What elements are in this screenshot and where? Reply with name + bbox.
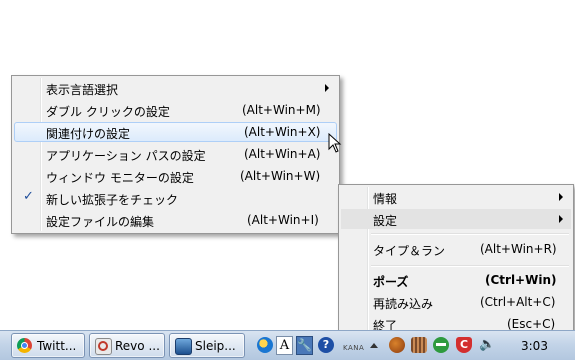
volume-icon[interactable]: 🔈	[479, 337, 495, 353]
tray-app-icon-brown[interactable]	[389, 337, 405, 353]
menu-item-shortcut: (Esc+C)	[507, 317, 556, 331]
menu-item-label: 関連付けの設定	[46, 127, 131, 141]
tray-context-menu: 情報 設定 タイプ＆ラン (Alt+Win+R) ポーズ (Ctrl+Win) …	[338, 184, 574, 337]
taskbar-button-sleipnir[interactable]: Sleip...	[169, 333, 245, 358]
taskbar-button-label: Twitt...	[37, 339, 77, 353]
mouse-cursor-icon	[328, 133, 342, 153]
checkmark-icon: ✓	[23, 189, 34, 204]
taskbar: Twitt... Revo ... Sleip... A 🔧 ? KANA C …	[0, 330, 575, 360]
menu-item-application-path-settings[interactable]: アプリケーション パスの設定 (Alt+Win+A)	[14, 144, 337, 164]
menu-item-label: ダブル クリックの設定	[46, 105, 170, 119]
taskbar-clock[interactable]: 3:03	[521, 339, 548, 353]
menu-item-label: タイプ＆ラン	[373, 244, 446, 258]
menu-item-edit-settings-file[interactable]: 設定ファイルの編集 (Alt+Win+I)	[14, 210, 337, 230]
menu-item-info[interactable]: 情報	[341, 187, 571, 207]
submenu-arrow-icon	[325, 84, 329, 92]
menu-item-window-monitor-settings[interactable]: ウィンドウ モニターの設定 (Alt+Win+W)	[14, 166, 337, 186]
menu-item-pause[interactable]: ポーズ (Ctrl+Win)	[341, 270, 571, 290]
menu-item-shortcut: (Ctrl+Win)	[485, 273, 557, 287]
menu-item-label: 新しい拡張子をチェック	[46, 193, 179, 207]
menu-item-label: 設定	[373, 214, 398, 228]
menu-item-association-settings[interactable]: 関連付けの設定 (Alt+Win+X)	[14, 122, 337, 142]
menu-item-settings[interactable]: 設定	[341, 209, 571, 229]
taskbar-button-revo[interactable]: Revo ...	[89, 333, 165, 358]
menu-item-shortcut: (Alt+Win+X)	[244, 125, 321, 139]
menu-item-label: 再読み込み	[373, 297, 434, 311]
taskbar-button-label: Revo ...	[115, 339, 160, 353]
submenu-arrow-icon	[559, 193, 563, 201]
menu-item-shortcut: (Alt+Win+R)	[480, 242, 557, 256]
menu-item-reload[interactable]: 再読み込み (Ctrl+Alt+C)	[341, 292, 571, 312]
menu-separator	[371, 233, 569, 235]
menu-item-label: ポーズ	[373, 275, 409, 289]
ime-kana-indicator: KANA	[343, 344, 365, 352]
menu-item-label: アプリケーション パスの設定	[46, 149, 206, 163]
sleipnir-icon	[175, 338, 192, 355]
block-icon[interactable]	[433, 337, 449, 353]
main-context-menu: 表示言語選択 ダブル クリックの設定 (Alt+Win+M) 関連付けの設定 (…	[11, 75, 340, 234]
menu-item-label: 設定ファイルの編集	[46, 215, 155, 229]
revo-uninstaller-icon	[95, 338, 112, 355]
menu-separator	[371, 265, 569, 267]
menu-item-display-language[interactable]: 表示言語選択	[14, 78, 337, 98]
menu-item-double-click-settings[interactable]: ダブル クリックの設定 (Alt+Win+M)	[14, 100, 337, 120]
menu-item-shortcut: (Alt+Win+I)	[247, 213, 319, 227]
menu-item-type-and-run[interactable]: タイプ＆ラン (Alt+Win+R)	[341, 239, 571, 259]
menu-item-label: 情報	[373, 192, 398, 206]
menu-item-shortcut: (Alt+Win+A)	[244, 147, 321, 161]
menu-item-check-new-extensions[interactable]: ✓ 新しい拡張子をチェック	[14, 188, 337, 208]
taskbar-button-twitter[interactable]: Twitt...	[11, 333, 85, 358]
ime-tools-icon[interactable]: 🔧	[296, 336, 313, 355]
security-shield-icon[interactable]: C	[456, 337, 472, 353]
submenu-arrow-icon	[559, 215, 563, 223]
show-hidden-icons-chevron-icon[interactable]	[370, 343, 378, 348]
menu-item-shortcut: (Alt+Win+M)	[242, 103, 321, 117]
menu-item-label: 表示言語選択	[46, 83, 119, 97]
taskbar-button-label: Sleip...	[195, 339, 236, 353]
help-icon[interactable]: ?	[318, 337, 334, 353]
chrome-icon	[17, 338, 32, 353]
menu-item-label: ウィンドウ モニターの設定	[46, 171, 194, 185]
tray-app-icon-lined[interactable]	[411, 337, 427, 353]
menu-item-shortcut: (Alt+Win+W)	[240, 169, 321, 183]
menu-item-shortcut: (Ctrl+Alt+C)	[480, 295, 556, 309]
ime-input-mode-icon[interactable]: A	[276, 336, 293, 355]
language-bar-icon[interactable]	[257, 337, 273, 353]
